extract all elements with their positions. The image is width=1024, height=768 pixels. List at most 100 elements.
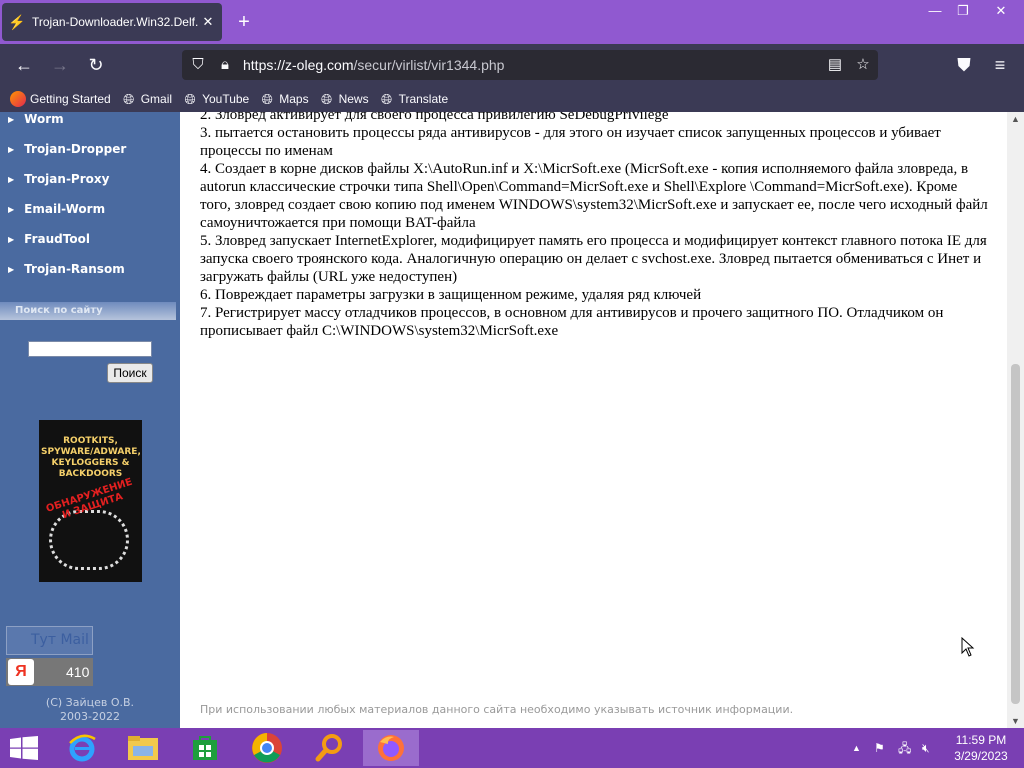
folder-icon (128, 736, 158, 760)
bookmark-news[interactable]: 🌐︎ News (319, 91, 369, 107)
sidebar-item-label: Worm (24, 112, 64, 126)
globe-icon: 🌐︎ (320, 91, 333, 107)
globe-icon: 🌐︎ (380, 91, 393, 107)
firefox-icon (378, 735, 404, 761)
pocket-icon[interactable]: ⛊ (951, 53, 977, 77)
taskbar-ie[interactable] (54, 730, 110, 766)
article-line: 6. Повреждает параметры загрузки в защищ… (200, 287, 702, 303)
tab-title: Trojan-Downloader.Win32.Delf. (32, 15, 199, 29)
bookmark-label: Getting Started (30, 92, 111, 106)
shield-icon[interactable]: ⛉ (187, 54, 209, 76)
visit-count: 410 (66, 664, 90, 680)
search-heading: Поиск по сайту (0, 302, 176, 320)
page-scrollbar[interactable]: ▲ ▼ (1007, 112, 1024, 728)
restore-button[interactable]: ❐ (948, 0, 978, 22)
yandex-logo-icon: Я (8, 659, 34, 685)
article-line: 7. Регистрирует массу отладчиков процесс… (200, 305, 944, 339)
globe-icon: 🌐︎ (184, 91, 196, 107)
scroll-down-arrow-icon[interactable]: ▼ (1007, 714, 1024, 728)
sidebar-item-email-worm[interactable]: ▶ Email-Worm (8, 199, 105, 219)
book-title: ROOTKITS, SPYWARE/ADWARE, KEYLOGGERS & B… (41, 436, 141, 479)
triangle-right-icon: ▶ (8, 174, 15, 184)
scroll-up-arrow-icon[interactable]: ▲ (1007, 112, 1024, 126)
store-icon (193, 736, 217, 760)
sidebar-item-label: Trojan-Proxy (24, 172, 110, 186)
url-bar[interactable]: ⛉ 🔒︎ https://z-oleg.com/secur/virlist/vi… (182, 50, 878, 80)
web-page: ▶ Worm ▶ Trojan-Dropper ▶ Trojan-Proxy ▶… (0, 112, 1024, 728)
tray-expand-icon[interactable]: ▲ (852, 740, 861, 756)
counter-badge-mail[interactable]: Тyт Mail (6, 626, 93, 655)
bookmark-label: News (338, 92, 369, 106)
nav-toolbar: ← → ↻ ⛉ 🔒︎ https://z-oleg.com/secur/virl… (0, 44, 1024, 86)
copyright: (C) Зайцев О.В. 2003-2022 (0, 696, 180, 724)
sidebar-item-worm[interactable]: ▶ Worm (8, 112, 64, 129)
sidebar-item-label: Email-Worm (24, 202, 106, 216)
triangle-right-icon: ▶ (8, 234, 15, 244)
bookmark-label: Gmail (140, 92, 173, 106)
sidebar-item-label: Trojan-Ransom (24, 262, 125, 276)
triangle-right-icon: ▶ (8, 264, 15, 274)
bookmark-youtube[interactable]: 🌐︎ YouTube (182, 91, 249, 107)
forward-button[interactable]: → (47, 53, 73, 77)
url-path: /secur/virlist/vir1344.php (353, 57, 505, 73)
back-button[interactable]: ← (11, 53, 37, 77)
bookmark-translate[interactable]: 🌐︎ Translate (379, 91, 449, 107)
bookmark-label: YouTube (202, 92, 250, 106)
bookmark-getting-started[interactable]: • Getting Started (10, 91, 111, 107)
article-line: 3. пытается остановить процессы ряда ант… (200, 125, 941, 159)
sidebar-item-fraudtool[interactable]: ▶ FraudTool (8, 229, 90, 249)
bookmark-star-icon[interactable]: ☆ (852, 54, 874, 76)
action-center-flag-icon[interactable]: ⚑ (874, 740, 885, 756)
counter-badge-yandex[interactable]: Я 410 (6, 658, 93, 686)
bookmark-label: Maps (279, 92, 309, 106)
taskbar-file-explorer[interactable] (115, 730, 171, 766)
triangle-right-icon: ▶ (8, 144, 15, 154)
bookmark-gmail[interactable]: 🌐︎ Gmail (121, 91, 172, 107)
volume-muted-icon[interactable]: 🔇︎ (922, 740, 930, 756)
close-window-button[interactable]: ✕ (986, 0, 1016, 22)
search-button[interactable]: Поиск (107, 363, 153, 383)
network-icon[interactable]: 🖧︎ (898, 740, 911, 756)
lock-icon[interactable]: 🔒︎ (214, 54, 236, 76)
taskbar-firefox[interactable] (363, 730, 419, 766)
triangle-right-icon: ▶ (8, 204, 15, 214)
article-line: 5. Зловред запускает InternetExplorer, м… (200, 233, 987, 285)
internet-explorer-icon (69, 734, 96, 762)
new-tab-button[interactable]: + (232, 11, 256, 35)
firefox-icon: • (10, 91, 26, 107)
copyright-years: 2003-2022 (60, 710, 120, 723)
reader-view-icon[interactable]: ▤ (824, 54, 846, 76)
sidebar-item-label: Trojan-Dropper (24, 142, 127, 156)
taskbar-chrome[interactable] (239, 730, 295, 766)
article-content: 2. Зловред активирует для своего процесс… (200, 112, 990, 340)
menu-icon[interactable]: ≡ (987, 53, 1013, 77)
tab-active[interactable]: ⚡ Trojan-Downloader.Win32.Delf. ✕ (2, 3, 222, 41)
triangle-right-icon: ▶ (8, 114, 15, 124)
minimize-button[interactable]: — (920, 0, 950, 22)
bookmark-label: Translate (398, 92, 449, 106)
article-line: 4. Создает в корне дисков файлы X:\AutoR… (200, 161, 988, 231)
sidebar-item-label: FraudTool (24, 232, 90, 246)
taskbar: ▲ ⚑ 🖧︎ 🔇︎ 11:59 PM 3/29/2023 (0, 728, 1024, 768)
url-domain: https://z-oleg.com (243, 57, 354, 73)
site-search-input[interactable] (28, 341, 152, 357)
reload-button[interactable]: ↻ (83, 53, 109, 77)
clock-time: 11:59 PM (955, 733, 1007, 747)
globe-icon: 🌐︎ (123, 91, 135, 107)
windows-start-icon[interactable] (10, 736, 38, 760)
copyright-author: (C) Зайцев О.В. (45, 696, 135, 709)
globe-icon: 🌐︎ (261, 91, 273, 107)
taskbar-search-app[interactable] (301, 730, 357, 766)
scrollbar-thumb[interactable] (1011, 364, 1020, 704)
url-text[interactable]: https://z-oleg.com/secur/virlist/vir1344… (243, 57, 504, 73)
magnifier-icon (315, 734, 342, 762)
clock-date: 3/29/2023 (954, 749, 1008, 763)
system-clock[interactable]: 11:59 PM 3/29/2023 (946, 732, 1016, 764)
bookmark-maps[interactable]: 🌐︎ Maps (259, 91, 309, 107)
book-cover-image[interactable]: ROOTKITS, SPYWARE/ADWARE, KEYLOGGERS & B… (39, 420, 142, 582)
sidebar-item-trojan-dropper[interactable]: ▶ Trojan-Dropper (8, 139, 126, 159)
tab-close-icon[interactable]: ✕ (200, 14, 216, 30)
taskbar-store[interactable] (177, 730, 233, 766)
sidebar-item-trojan-ransom[interactable]: ▶ Trojan-Ransom (8, 259, 125, 279)
sidebar-item-trojan-proxy[interactable]: ▶ Trojan-Proxy (8, 169, 109, 189)
